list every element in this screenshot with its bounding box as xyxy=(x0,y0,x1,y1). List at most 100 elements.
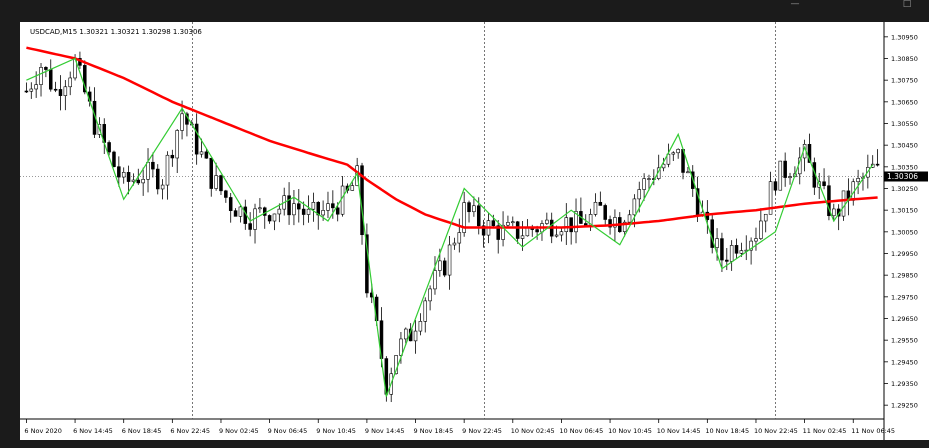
candle-body xyxy=(720,238,724,261)
x-tick-label: 9 Nov 06:45 xyxy=(268,427,308,435)
x-tick-label: 6 Nov 18:45 xyxy=(122,427,162,435)
y-tick-label: 1.30550 xyxy=(891,120,918,128)
candle-body xyxy=(739,250,744,254)
candle-body xyxy=(754,238,758,242)
candle-body xyxy=(438,260,442,271)
candle-body xyxy=(277,208,282,215)
candle-body xyxy=(520,235,525,239)
candle-body xyxy=(58,89,63,96)
x-tick-label: 10 Nov 18:45 xyxy=(705,427,749,435)
candle-body xyxy=(686,171,690,174)
candle-body xyxy=(832,208,836,217)
candle-body xyxy=(331,203,335,209)
maximize-icon[interactable]: □ xyxy=(900,0,914,9)
y-tick-label: 1.29850 xyxy=(891,272,918,280)
candle-body xyxy=(165,154,170,186)
candle-body xyxy=(603,205,607,220)
candle-body xyxy=(29,88,34,92)
candle-body xyxy=(151,161,155,170)
candle-body xyxy=(335,207,340,215)
current-price-tag: 1.30306 xyxy=(884,171,928,182)
candle-body xyxy=(564,217,569,233)
x-tick-label: 6 Nov 22:45 xyxy=(170,427,210,435)
candle-body xyxy=(170,154,175,159)
candle-body xyxy=(413,330,418,342)
y-tick-label: 1.29550 xyxy=(891,337,918,345)
candle-body xyxy=(759,220,763,239)
candle-body xyxy=(297,203,301,210)
candle-body xyxy=(146,161,150,180)
current-price-tag-text: 1.30306 xyxy=(887,172,918,181)
candle-body xyxy=(472,205,476,213)
candle-body xyxy=(729,245,734,262)
candle-body xyxy=(258,207,262,210)
candle-body xyxy=(476,205,481,227)
y-tick-label: 1.30150 xyxy=(891,207,918,215)
y-tick-label: 1.30350 xyxy=(891,163,918,171)
candle-body xyxy=(598,201,603,206)
y-tick-label: 1.30750 xyxy=(891,77,918,85)
candle-body xyxy=(822,181,826,187)
candle-body xyxy=(155,168,160,190)
candle-body xyxy=(763,213,768,222)
candle-body xyxy=(433,270,437,290)
candle-body xyxy=(204,151,209,159)
candle-body xyxy=(160,184,165,190)
candle-body xyxy=(841,190,846,217)
candle-body xyxy=(671,152,676,155)
candle-body xyxy=(725,259,729,262)
candle-body xyxy=(788,176,792,179)
price-chart[interactable]: 1.30950 1.30850 1.30750 1.30650 1.30550 1.304… xyxy=(20,22,929,442)
candle-body xyxy=(511,221,515,224)
window-top-bar: — □ xyxy=(0,0,929,22)
x-tick-label: 9 Nov 22:45 xyxy=(462,427,502,435)
candle-body xyxy=(34,84,38,90)
candle-body xyxy=(783,160,787,178)
candle-body xyxy=(194,123,199,155)
minimize-icon[interactable]: — xyxy=(788,0,802,9)
candle-body xyxy=(642,178,646,190)
window-bottom-edge xyxy=(0,440,929,448)
candle-body xyxy=(292,203,296,216)
candle-body xyxy=(545,219,549,224)
price-axis[interactable]: 1.30950 1.30850 1.30750 1.30650 1.30550 1.304… xyxy=(884,33,918,410)
candle-body xyxy=(209,157,214,189)
candle-body xyxy=(24,90,29,93)
candle-body xyxy=(734,245,739,254)
candle-body xyxy=(535,229,539,233)
candle-body xyxy=(267,215,272,222)
candle-body xyxy=(272,213,277,222)
candle-body xyxy=(632,198,637,216)
candle-body xyxy=(506,222,510,226)
candle-body xyxy=(452,242,457,246)
x-tick-label: 6 Nov 14:45 xyxy=(73,427,113,435)
x-tick-label: 9 Nov 14:45 xyxy=(365,427,405,435)
plot-area[interactable] xyxy=(20,22,883,419)
candle-body xyxy=(627,214,632,223)
candle-body xyxy=(131,179,136,182)
candle-body xyxy=(715,238,719,248)
candle-body xyxy=(219,175,223,192)
candle-body xyxy=(224,190,228,198)
y-tick-label: 1.29750 xyxy=(891,293,918,301)
y-tick-label: 1.30650 xyxy=(891,98,918,106)
candle-body xyxy=(875,163,880,166)
candle-body xyxy=(404,328,408,340)
candle-body xyxy=(442,260,447,276)
y-tick-label: 1.30450 xyxy=(891,142,918,150)
y-tick-label: 1.30950 xyxy=(891,33,918,41)
candle-body xyxy=(428,288,432,302)
x-tick-label: 9 Nov 18:45 xyxy=(414,427,454,435)
candle-body xyxy=(311,202,316,210)
candle-body xyxy=(418,321,423,332)
x-tick-label: 11 Nov 02:45 xyxy=(803,427,847,435)
candle-body xyxy=(112,151,116,167)
candle-body xyxy=(136,179,141,184)
candle-body xyxy=(248,223,252,230)
y-tick-label: 1.29350 xyxy=(891,380,918,388)
chart-window[interactable]: 1.30950 1.30850 1.30750 1.30650 1.30550 1.304… xyxy=(20,22,929,442)
candle-body xyxy=(856,178,860,183)
candle-body xyxy=(773,181,778,191)
y-tick-label: 1.30050 xyxy=(891,228,918,236)
time-axis[interactable]: 6 Nov 2020 6 Nov 14:45 6 Nov 18:45 6 Nov 22… xyxy=(24,419,895,435)
